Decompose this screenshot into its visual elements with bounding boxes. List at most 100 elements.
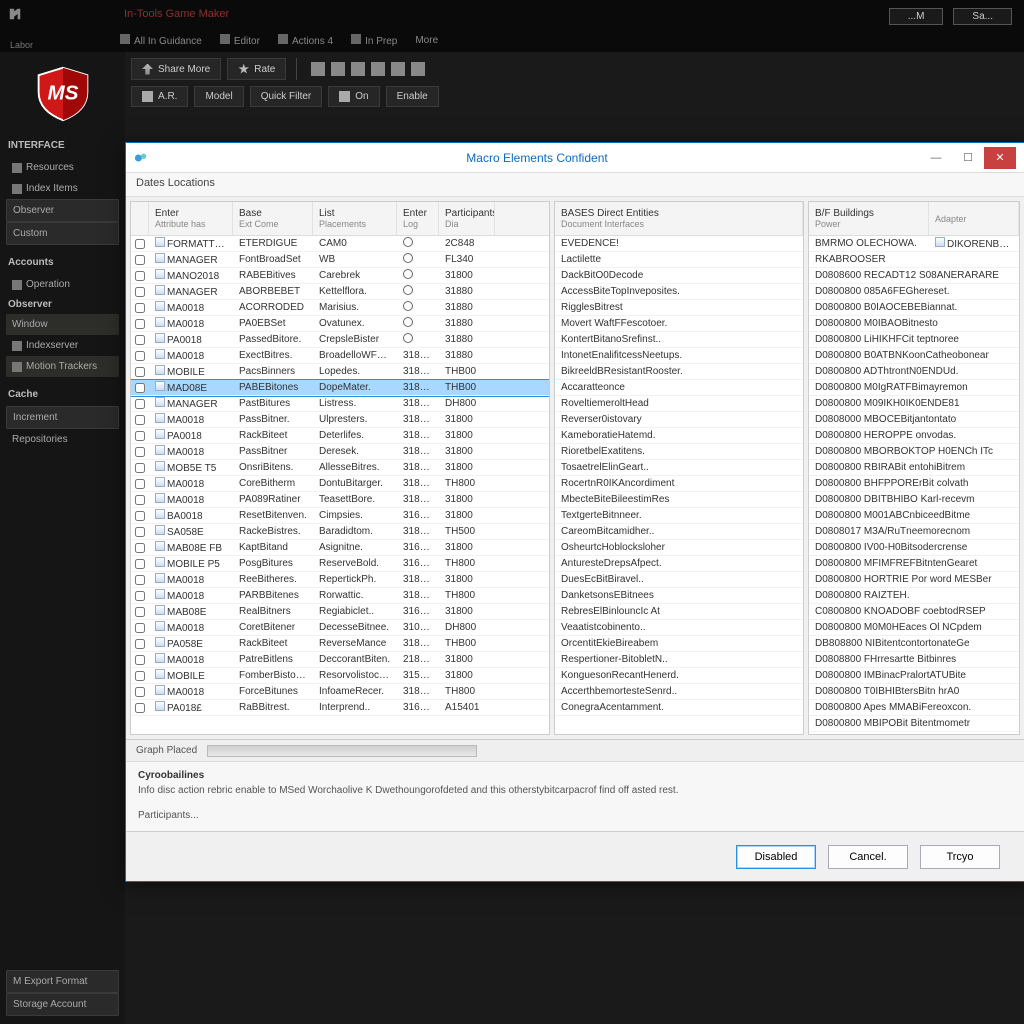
right-row[interactable]: D0800800 Apes MMABiFereoxcon. [809,700,1019,716]
right-row[interactable]: D0800800 B0IAOCEBEBiannat. [809,300,1019,316]
left-row[interactable]: MOBILE P5PosgBituresReserveBold.316B0LTH… [131,556,549,572]
close-button[interactable]: ✕ [984,147,1016,169]
row-checkbox[interactable] [135,447,145,457]
row-checkbox[interactable] [135,479,145,489]
mid-row[interactable]: OsheurtcHoblocksloher [555,540,803,556]
mid-header-0[interactable]: BASES Direct EntitiesDocument Interfaces [555,202,803,235]
left-row[interactable]: MA0018ACORRODEDMarisius.31880 [131,300,549,316]
row-checkbox[interactable] [135,415,145,425]
toolbar-share[interactable]: Share More [131,58,221,80]
top-btn-1[interactable]: Sa... [953,8,1012,25]
right-row[interactable]: D0800800 MBIPOBit Bitentmometr [809,716,1019,732]
left-row[interactable]: PA0018RackBiteetDeterlifes.31801L31800 [131,428,549,444]
grid-icon-4[interactable] [391,62,405,76]
toolbar2-2[interactable]: Quick Filter [250,86,323,107]
left-row[interactable]: MA0018ExectBitres.BroadelloWF0 Bistrit31… [131,348,549,364]
right-row[interactable]: D0808800 FHrresartte Bitbinres [809,652,1019,668]
sidebar-item-sb2-2[interactable]: Window [6,314,119,335]
sidebar-item-sb1-0[interactable]: Resources [6,157,119,178]
row-checkbox[interactable] [135,511,145,521]
left-row[interactable]: PA018£RaBBitrest.Interprend..31660LA1540… [131,700,549,716]
right-header-1[interactable]: Adapter [929,202,1019,235]
right-row[interactable]: D0808600 RECADT12 S08ANERARARE [809,268,1019,284]
left-row[interactable]: MOBILEFomberBistoredResorvolistocker.315… [131,668,549,684]
left-row[interactable]: MANAGERFontBroadSetWBFL340 [131,252,549,268]
left-row[interactable]: MANO2018RABEBitivesCarebrek31800 [131,268,549,284]
right-row[interactable]: DB808800 NIBitentcontortonateGe [809,636,1019,652]
toolbar2-4[interactable]: Enable [386,86,439,107]
mid-row[interactable]: RigglesBitrest [555,300,803,316]
primary-button[interactable]: Disabled [736,845,816,869]
right-row-head[interactable]: BMRMO OLECHOWA.DIKORENBER [809,236,1019,252]
right-row[interactable]: D0800800 DBITBHIBO Karl-recevm [809,492,1019,508]
mid-row[interactable]: TosaetrelElinGeart.. [555,460,803,476]
right-row[interactable]: D0800800 IMBinacPralortATUBite [809,668,1019,684]
row-checkbox[interactable] [135,655,145,665]
sidebar-item-sb1-1[interactable]: Index Items [6,178,119,199]
row-checkbox[interactable] [135,335,145,345]
mid-row[interactable]: Lactilette [555,252,803,268]
mid-row[interactable]: MbecteBiteBileestimRes [555,492,803,508]
mid-row[interactable]: KontertBitanoSrefinst.. [555,332,803,348]
right-rows[interactable]: BMRMO OLECHOWA.DIKORENBERRKABROOSERD0808… [809,236,1019,734]
left-row[interactable]: MA0018ForceBitunesInfoameRecer.318B1LTH8… [131,684,549,700]
menu-3[interactable]: In Prep [351,34,397,47]
left-row[interactable]: MA0018CoreBithermDontuBitarger.31801LTH8… [131,476,549,492]
mid-row[interactable]: IntonetEnalifitcessNeetups. [555,348,803,364]
sidebar-item-sbf-0[interactable]: M Export Format [6,970,119,993]
mid-row[interactable]: RocertnR0IKAncordiment [555,476,803,492]
mid-rows[interactable]: EVEDENCE!LactiletteDackBitO0DecodeAccess… [555,236,803,734]
grid-icon-3[interactable] [371,62,385,76]
mid-row[interactable]: KonguesonRecantHenerd. [555,668,803,684]
left-row[interactable]: MOBILEPacsBinnersLopedes.31801LTHB00 [131,364,549,380]
row-checkbox[interactable] [135,383,145,393]
left-row[interactable]: MANAGERPastBituresListress.318A0LDH800 [131,396,549,412]
left-row[interactable]: PA058ERackBiteetReverseMance318A0LTHB00 [131,636,549,652]
mid-row[interactable]: AnturesteDrepsAfpect. [555,556,803,572]
mid-row[interactable]: AccessBiteTopInveposites. [555,284,803,300]
right-row[interactable]: D0800800 085A6FEGhereset. [809,284,1019,300]
left-row[interactable]: MA0018PA089RatinerTeasettBore.318A1L3180… [131,492,549,508]
sidebar-item-sb2-3[interactable]: Indexserver [6,335,119,356]
row-checkbox[interactable] [135,495,145,505]
right-row[interactable]: D0800800 HORTRIE Por word MESBer [809,572,1019,588]
grid-icon-0[interactable] [311,62,325,76]
left-row[interactable]: MA0018PA0EBSetOvatunex.31880 [131,316,549,332]
left-row[interactable]: MAD08EPABEBitonesDopeMater.31806LTHB00 [131,380,549,396]
row-checkbox[interactable] [135,575,145,585]
right-row[interactable]: D0800800 RBIRABit entohiBitrem [809,460,1019,476]
grid-icon-2[interactable] [351,62,365,76]
right-row[interactable]: D0808000 MBOCEBitjantontato [809,412,1019,428]
row-checkbox[interactable] [135,543,145,553]
top-btn-0[interactable]: ...M [889,8,944,25]
row-checkbox[interactable] [135,303,145,313]
row-checkbox[interactable] [135,239,145,249]
row-checkbox[interactable] [135,591,145,601]
mid-row[interactable]: Reverser0istovary [555,412,803,428]
mid-row[interactable]: Respertioner-BitobletN.. [555,652,803,668]
right-row[interactable]: D0800800 HEROPPE onvodas. [809,428,1019,444]
row-checkbox[interactable] [135,527,145,537]
mid-row[interactable]: RoveltiemeroltHead [555,396,803,412]
mid-row[interactable]: EVEDENCE! [555,236,803,252]
row-checkbox[interactable] [135,271,145,281]
right-row[interactable]: D0800800 ADThtrontN0ENDUd. [809,364,1019,380]
row-checkbox[interactable] [135,399,145,409]
left-row[interactable]: PA0018PassedBitore.CrepsleBister31880 [131,332,549,348]
sidebar-item-sb1-3[interactable]: Custom [6,222,119,245]
sidebar-item-sb1-2[interactable]: Observer [6,199,119,222]
grid-icon-5[interactable] [411,62,425,76]
grid-icon-1[interactable] [331,62,345,76]
right-row[interactable]: D0808017 M3A/RuTneemorecnom [809,524,1019,540]
sidebar-item-sb2-4[interactable]: Motion Trackers [6,356,119,377]
sidebar-item-sb2-0[interactable]: Operation [6,274,119,295]
menu-2[interactable]: Actions 4 [278,34,333,47]
sidebar-item-sbf-1[interactable]: Storage Account [6,993,119,1016]
mid-row[interactable]: DackBitO0Decode [555,268,803,284]
left-row[interactable]: MA0018CoretBitenerDecesseBitnee.310B0LDH… [131,620,549,636]
sidebar-item-sb3-1[interactable]: Repositories [6,429,119,450]
left-row[interactable]: MA0018PassBitner.Ulpresters.31800L31800 [131,412,549,428]
row-checkbox[interactable] [135,623,145,633]
toolbar-rate[interactable]: Rate [227,58,286,80]
cancel-button[interactable]: Cancel. [828,845,908,869]
